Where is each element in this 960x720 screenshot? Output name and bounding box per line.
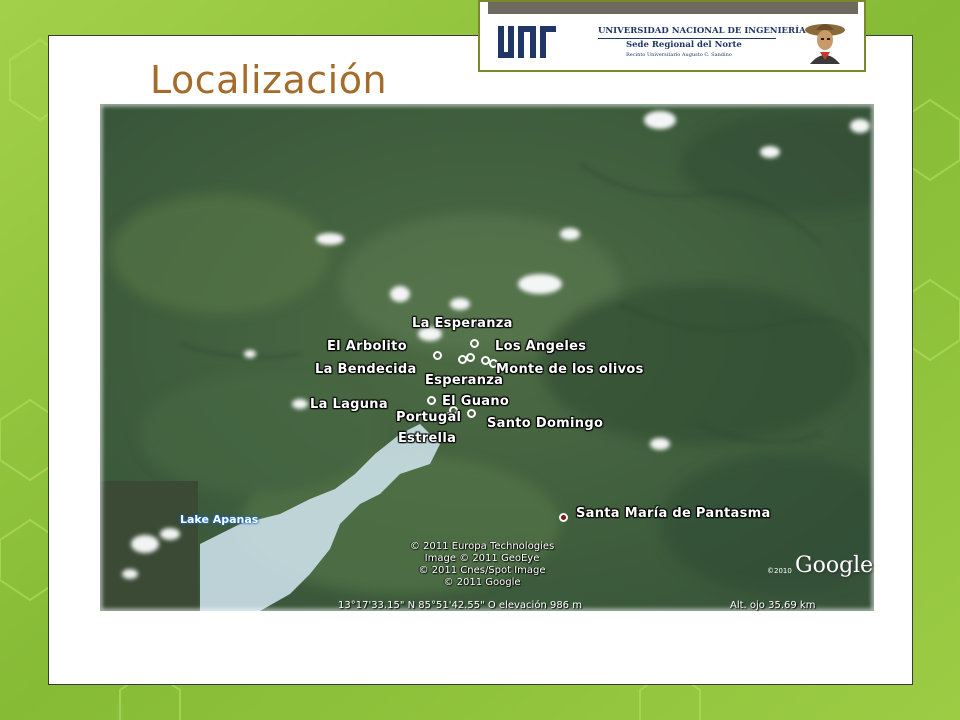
place-label[interactable]: El Guano xyxy=(442,394,509,409)
place-label[interactable]: Portugal xyxy=(396,410,461,425)
slide-title: Localización xyxy=(150,58,388,102)
pin-la-esperanza[interactable] xyxy=(470,339,479,348)
place-label[interactable]: Estrella xyxy=(398,431,456,446)
logo-inner: UNIVERSIDAD NACIONAL DE INGENIERÍA Sede … xyxy=(488,16,856,66)
place-label[interactable]: Esperanza xyxy=(425,373,503,388)
place-label[interactable]: Santo Domingo xyxy=(487,416,603,431)
copyright-line: © 2011 Google xyxy=(443,577,521,588)
logo-divider xyxy=(598,38,776,39)
place-label[interactable]: El Arbolito xyxy=(327,339,407,354)
pin-la-laguna[interactable] xyxy=(427,396,436,405)
google-year: ©2010 xyxy=(767,567,792,575)
university-logo-banner: UNIVERSIDAD NACIONAL DE INGENIERÍA Sede … xyxy=(478,0,866,72)
uni-acronym-logo xyxy=(498,26,556,58)
map-eye-altitude: Alt. ojo 35.69 km xyxy=(730,600,816,611)
pin-santa-maria-de-pantasma[interactable] xyxy=(559,513,568,522)
place-label[interactable]: La Bendecida xyxy=(315,362,417,377)
place-label[interactable]: La Esperanza xyxy=(412,316,513,331)
recinto-name: Recinto Universitario Augusto C. Sandino xyxy=(626,52,732,58)
copyright-line: © 2011 Cnes/Spot Image xyxy=(418,565,546,576)
copyright-line: Image © 2011 GeoEye xyxy=(424,553,540,564)
map-coordinates: 13°17'33.15" N 85°51'42.55" O elevación … xyxy=(338,600,582,611)
place-label[interactable]: Monte de los olivos xyxy=(496,362,644,377)
place-label[interactable]: Los Angeles xyxy=(495,339,586,354)
place-label[interactable]: Santa María de Pantasma xyxy=(576,506,771,521)
sede-name: Sede Regional del Norte xyxy=(626,40,742,50)
pin-cluster-1[interactable] xyxy=(466,353,475,362)
pin-el-arbolito[interactable] xyxy=(433,351,442,360)
university-name: UNIVERSIDAD NACIONAL DE INGENIERÍA xyxy=(598,26,806,36)
logo-top-bar xyxy=(488,2,858,14)
sandino-portrait-icon xyxy=(805,24,845,64)
google-logo: Google xyxy=(795,553,874,578)
map-copyright: © 2011 Europa Technologies Image © 2011 … xyxy=(372,541,592,589)
pin-portugal[interactable] xyxy=(467,409,476,418)
copyright-line: © 2011 Europa Technologies xyxy=(409,541,555,552)
place-label[interactable]: La Laguna xyxy=(310,397,388,412)
lake-label[interactable]: Lake Apanas xyxy=(180,513,258,526)
